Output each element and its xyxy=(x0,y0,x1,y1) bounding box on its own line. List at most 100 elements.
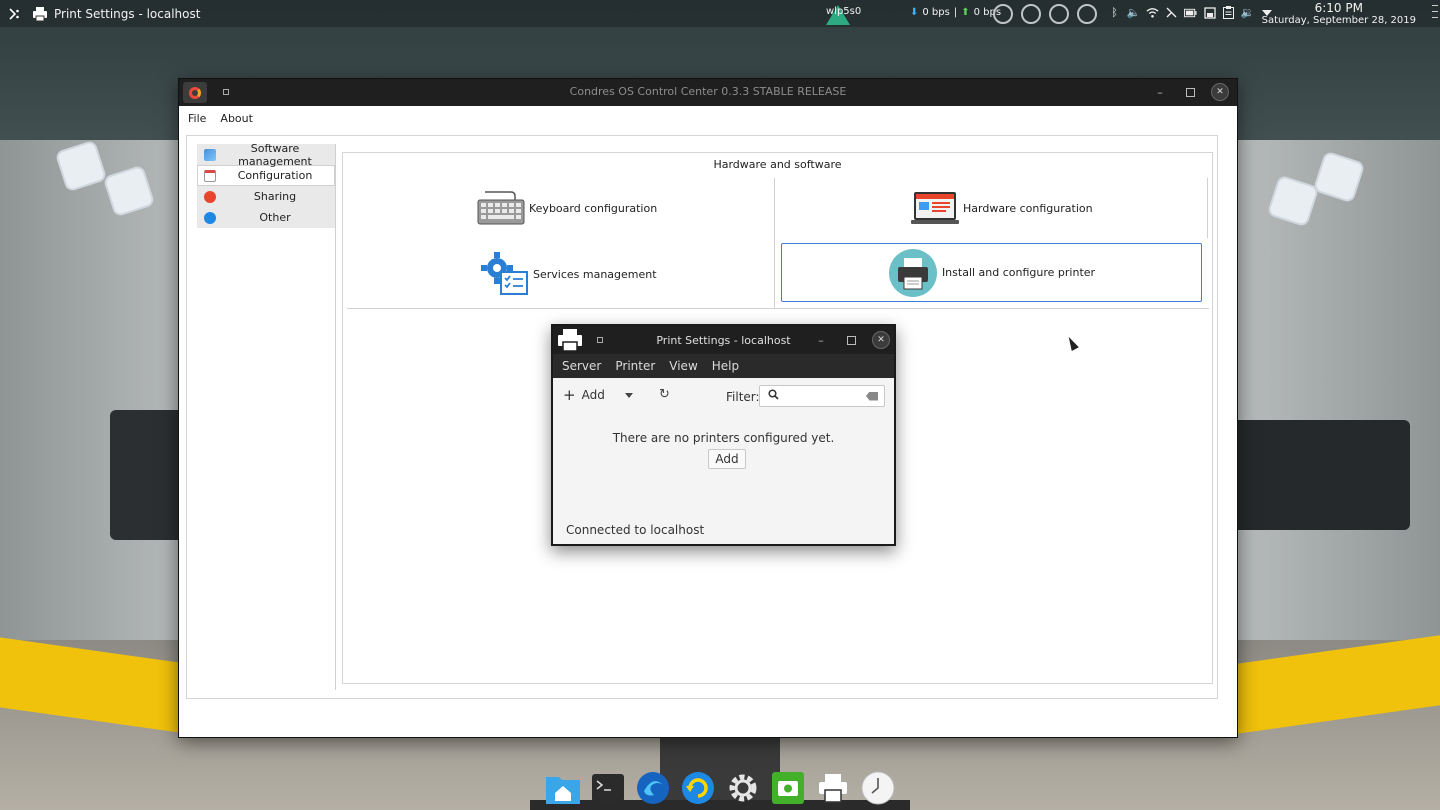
keyboard-configuration-tile[interactable]: Keyboard configuration xyxy=(477,189,657,227)
sidebar-item-label: Sharing xyxy=(253,190,297,203)
network-speed: ⬇ 0 bps | ⬆ 0 bps xyxy=(910,7,1001,18)
sidebar-item-label: Software management xyxy=(238,141,312,168)
clock-time: 6:10 PM xyxy=(1314,1,1363,15)
menu-server[interactable]: Server xyxy=(562,359,601,373)
filter-label: Filter: xyxy=(726,390,760,404)
add-dropdown-chevron-icon[interactable] xyxy=(625,393,633,398)
dialog-window-controls: – ✕ xyxy=(812,331,890,349)
add-printer-main-button[interactable]: Add xyxy=(708,449,746,469)
plus-icon: + xyxy=(563,386,576,404)
other-icon xyxy=(204,211,216,224)
dock-browser-icon[interactable] xyxy=(634,769,672,807)
cpu-ring-icon[interactable] xyxy=(993,4,1013,24)
laptop-icon xyxy=(911,192,959,224)
speed-separator: | xyxy=(953,7,958,18)
services-gear-icon xyxy=(481,252,528,295)
sidebar-divider xyxy=(335,144,336,690)
app-menu-icon[interactable] xyxy=(2,0,26,27)
bluetooth-icon[interactable]: ᛒ xyxy=(1108,5,1121,20)
section-title: Hardware and software xyxy=(713,158,842,171)
usb-device-icon[interactable] xyxy=(1203,5,1216,20)
close-button[interactable]: ✕ xyxy=(872,331,890,349)
dock-update-icon[interactable] xyxy=(679,769,717,807)
close-button[interactable]: ✕ xyxy=(1211,83,1229,101)
tile-label: Install and configure printer xyxy=(941,266,1096,279)
download-speed: 0 bps xyxy=(922,7,950,18)
filter-input[interactable] xyxy=(783,389,853,403)
memory-ring-icon[interactable] xyxy=(1021,4,1041,24)
dock-home-folder-icon[interactable] xyxy=(544,769,582,807)
accessibility-icon[interactable] xyxy=(1165,5,1178,20)
top-panel: Print Settings - localhost wlp5s0 ⬇ 0 bp… xyxy=(0,0,1440,27)
show-desktop-icon[interactable] xyxy=(1426,0,1440,27)
system-tray: ᛒ 🔈 🔉 xyxy=(1108,5,1273,20)
tile-label: Hardware configuration xyxy=(963,201,1093,215)
volume-icon[interactable]: 🔈 xyxy=(1127,5,1141,20)
menu-help[interactable]: Help xyxy=(712,359,739,373)
printer-icon xyxy=(888,248,937,297)
wifi-icon[interactable] xyxy=(1146,5,1159,20)
dock-printer-icon[interactable] xyxy=(814,769,852,807)
sidebar-item-label: Other xyxy=(259,211,291,224)
swap-ring-icon[interactable] xyxy=(1049,4,1069,24)
tile-label: Services management xyxy=(533,267,657,281)
dialog-toolbar: + Add ↻ Filter: xyxy=(553,384,894,410)
sidebar-item-other[interactable]: Other xyxy=(197,207,335,228)
dock-clock-icon[interactable] xyxy=(859,769,897,807)
add-label: Add xyxy=(581,388,605,402)
clear-filter-icon[interactable] xyxy=(866,391,878,401)
software-icon xyxy=(204,148,216,161)
printer-icon xyxy=(33,6,47,21)
filter-field[interactable] xyxy=(759,385,885,407)
dialog-body: + Add ↻ Filter: There are no printers co… xyxy=(553,378,894,544)
menu-printer[interactable]: Printer xyxy=(615,359,655,373)
dock xyxy=(530,766,910,810)
tile-divider xyxy=(774,178,775,308)
tile-divider xyxy=(347,308,1209,309)
clock[interactable]: 6:10 PM Saturday, September 28, 2019 xyxy=(1262,2,1416,27)
upload-arrow-icon: ⬆ xyxy=(961,7,970,18)
menu-view[interactable]: View xyxy=(669,359,697,373)
active-window-title[interactable]: Print Settings - localhost xyxy=(54,7,200,21)
menubar: File About xyxy=(179,106,1237,130)
window-controls: – ✕ xyxy=(1151,83,1229,101)
sidebar-item-label: Configuration xyxy=(237,169,313,182)
wallpaper-right-train xyxy=(1230,420,1410,530)
services-management-tile[interactable]: Services management xyxy=(481,252,657,296)
configuration-icon xyxy=(204,169,216,182)
tile-divider xyxy=(1207,178,1208,238)
keyboard-icon xyxy=(477,191,525,225)
empty-state-message: There are no printers configured yet. xyxy=(612,431,835,445)
clock-date: Saturday, September 28, 2019 xyxy=(1261,15,1416,26)
category-sidebar: Software management Configuration Sharin… xyxy=(197,141,335,228)
disk-ring-icon[interactable] xyxy=(1077,4,1097,24)
sidebar-item-software-management[interactable]: Software management xyxy=(197,141,335,168)
tile-label: Keyboard configuration xyxy=(529,201,658,215)
dialog-menubar: Server Printer View Help xyxy=(553,354,894,378)
refresh-icon[interactable]: ↻ xyxy=(659,388,673,402)
menu-file[interactable]: File xyxy=(188,112,206,125)
sidebar-item-configuration[interactable]: Configuration xyxy=(197,165,335,186)
add-printer-button[interactable]: + Add xyxy=(563,386,605,404)
system-monitor-rings[interactable] xyxy=(993,4,1097,24)
window-title: Condres OS Control Center 0.3.3 STABLE R… xyxy=(569,85,847,98)
print-settings-dialog: Print Settings - localhost – ✕ Server Pr… xyxy=(551,324,896,546)
hardware-configuration-tile[interactable]: Hardware configuration xyxy=(911,188,1093,228)
dock-terminal-icon[interactable] xyxy=(589,769,627,807)
battery-icon[interactable] xyxy=(1184,5,1197,20)
window-titlebar[interactable]: Condres OS Control Center 0.3.3 STABLE R… xyxy=(179,79,1237,106)
dialog-titlebar[interactable]: Print Settings - localhost – ✕ xyxy=(553,326,894,354)
dock-settings-gear-icon[interactable] xyxy=(724,769,762,807)
menu-about[interactable]: About xyxy=(220,112,253,125)
network-interface-name: wlp5s0 xyxy=(826,6,862,17)
dock-screenshot-icon[interactable] xyxy=(769,769,807,807)
audio-icon[interactable]: 🔉 xyxy=(1241,5,1255,20)
clipboard-icon[interactable] xyxy=(1222,5,1235,20)
minimize-button[interactable]: – xyxy=(1151,83,1169,101)
connection-status: Connected to localhost xyxy=(566,523,705,537)
sidebar-item-sharing[interactable]: Sharing xyxy=(197,186,335,207)
install-configure-printer-tile[interactable]: Install and configure printer xyxy=(781,243,1202,302)
maximize-button[interactable] xyxy=(842,331,860,349)
minimize-button[interactable]: – xyxy=(812,331,830,349)
maximize-button[interactable] xyxy=(1181,83,1199,101)
